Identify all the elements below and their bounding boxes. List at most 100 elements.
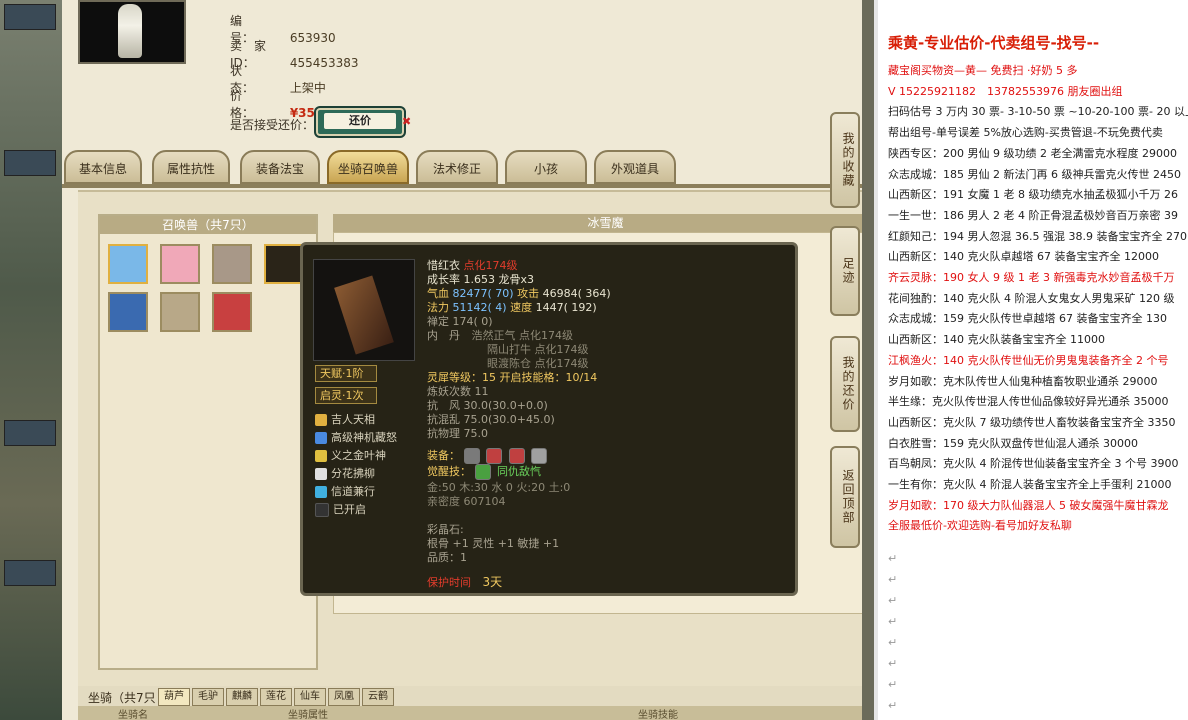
note-line: 齐云灵脉：190 女人 9 级 1 老 3 新强毒克水妙音孟极千万: [888, 271, 1175, 284]
close-icon[interactable]: ✖: [402, 115, 411, 128]
equip-slot-icon[interactable]: [463, 448, 480, 464]
note-line: 众志成城：159 克火队传世卓越塔 67 装备宝宝齐全 130: [888, 312, 1167, 326]
tooltip-equip-row: 装备：: [427, 447, 550, 464]
note-line: 半生缘：克火队传世混人传世仙品像较好异光通杀 35000: [888, 395, 1169, 409]
desktop-left-strip: [0, 0, 62, 720]
skill-item[interactable]: 吉人天相: [315, 411, 375, 427]
mount-tab[interactable]: 葫芦: [158, 688, 190, 706]
skill-item[interactable]: 已开启: [315, 501, 366, 517]
awaken-value: 同仇敌忾: [497, 465, 541, 478]
tab-basic-info[interactable]: 基本信息: [64, 150, 142, 184]
summon-slot[interactable]: [160, 292, 200, 332]
skill-item[interactable]: 分花拂柳: [315, 465, 375, 481]
protect-value: 3天: [482, 575, 503, 589]
summon-slot[interactable]: [108, 292, 148, 332]
paragraph-mark-icon: ↵: [888, 573, 898, 586]
mount-tab[interactable]: 凤凰: [328, 688, 360, 706]
note-line: 红颜知己：194 男人忽混 36.5 强混 38.9 装备宝宝齐全 270: [888, 229, 1187, 243]
tab-child[interactable]: 小孩: [505, 150, 587, 184]
note-line: 花间独酌：140 克火队 4 阶混人女鬼女人男鬼采矿 120 级: [888, 291, 1175, 305]
skill-label: 义之金叶神: [331, 449, 386, 462]
equip-slot-icon[interactable]: [508, 448, 525, 464]
summon-list-title: 召唤兽（共7只）: [100, 216, 316, 234]
summon-slot[interactable]: [160, 244, 200, 284]
paragraph-mark-icon: ↵: [888, 657, 898, 670]
notes-title: 乘黄-专业估价-代卖组号-找号--: [888, 34, 1100, 52]
note-line: 帮出组号-单号误差 5%放心选购-买贵管退-不玩免费代卖: [888, 126, 1163, 140]
note-line: 扫码估号 3 万内 30 票- 3-10-50 票 ~10-20-100 票- …: [888, 105, 1188, 119]
my-counter-offers-button[interactable]: 我的还价: [830, 336, 860, 432]
tab-attributes[interactable]: 属性抗性: [152, 150, 230, 184]
mount-tab[interactable]: 云鹤: [362, 688, 394, 706]
counter-offer-label: 是否接受还价：: [230, 118, 315, 132]
tooltip-awaken-row: 觉醒技： 同仇敌忾: [427, 463, 541, 480]
mount-tab[interactable]: 仙车: [294, 688, 326, 706]
weapon-image: [313, 259, 415, 361]
skill-label: 高级神机藏怒: [331, 431, 397, 444]
mount-section: 坐骑（共7只 葫芦 毛驴 麒麟 莲花 仙车 凤凰 云鹤 坐骑名 坐骑属性 坐骑技…: [78, 686, 862, 720]
summon-slot[interactable]: [212, 244, 252, 284]
protect-label: 保护时间: [427, 576, 471, 589]
counter-offer-row: 是否接受还价：: [230, 116, 314, 133]
note-line: 山西新区：140 克火队装备宝宝齐全 11000: [888, 333, 1105, 347]
tooltip-kang-wu: 抗物理 75.0: [427, 427, 488, 440]
note-line: 全服最低价-欢迎选购-看号加好友私聊: [888, 519, 1072, 533]
desktop-tile: [4, 150, 56, 176]
qiling-tag: 启灵·1次: [315, 387, 377, 404]
character-portrait: [78, 0, 186, 64]
paragraph-mark-icon: ↵: [888, 594, 898, 607]
skill-icon: [315, 486, 327, 498]
awaken-label: 觉醒技：: [427, 465, 471, 478]
notes-divider: [874, 0, 878, 720]
skill-icon: [315, 468, 327, 480]
tab-appearance[interactable]: 外观道具: [594, 150, 676, 184]
skill-item[interactable]: 高级神机藏怒: [315, 429, 397, 445]
note-line: 白衣胜雪：159 克火队双盘传世仙混人通杀 30000: [888, 436, 1138, 450]
equip-slot-icon[interactable]: [486, 448, 502, 464]
footprint-button[interactable]: 足迹: [830, 226, 860, 316]
skill-label: 吉人天相: [331, 413, 375, 426]
mount-col-name: 坐骑名: [118, 710, 148, 720]
note-line: 百鸟朝凤：克火队 4 阶混传世仙装备宝宝齐全 3 个号 3900: [888, 457, 1179, 471]
mount-section-title: 坐骑（共7只: [88, 691, 156, 705]
note-line: 山西新区：克火队 7 级功绩传世人畜牧装备宝宝齐全 3350: [888, 415, 1176, 429]
skill-item[interactable]: 义之金叶神: [315, 447, 386, 463]
summon-slot[interactable]: [264, 244, 304, 284]
skill-label: 已开启: [333, 503, 366, 516]
note-line: V 15225921182 13782553976 朋友圈出组: [888, 84, 1123, 98]
equip-slot-icon[interactable]: [531, 448, 547, 464]
tooltip-protect-row: 保护时间 3天: [427, 573, 502, 590]
mount-tab[interactable]: 莲花: [260, 688, 292, 706]
summon-slot[interactable]: [212, 292, 252, 332]
tab-spell-fix[interactable]: 法术修正: [416, 150, 498, 184]
detail-tabs: 基本信息 属性抗性 装备法宝 坐骑召唤兽 法术修正 小孩 外观道具: [62, 150, 862, 186]
counter-offer-button[interactable]: 还价: [316, 108, 404, 136]
note-line: 山西新区：140 克火队卓越塔 67 装备宝宝齐全 12000: [888, 250, 1159, 264]
mount-tab[interactable]: 毛驴: [192, 688, 224, 706]
note-line: 藏宝阁买物资—黄— 免费扫 ·好奶 5 多: [888, 64, 1078, 77]
tab-divider: [62, 184, 862, 188]
my-favorites-button[interactable]: 我的收藏: [830, 112, 860, 208]
desktop-tile: [4, 560, 56, 586]
note-line: 岁月如歌：克木队传世人仙鬼种植畜牧职业通杀 29000: [888, 374, 1158, 388]
tooltip-intimacy: 亲密度 607104: [427, 495, 506, 508]
note-line: 陕西专区：200 男仙 9 级功绩 2 老全满雷克水程度 29000: [888, 146, 1177, 160]
summon-slot[interactable]: [108, 244, 148, 284]
skill-label: 信道兼行: [331, 485, 375, 498]
paragraph-mark-icon: ↵: [888, 552, 898, 565]
tab-equipment[interactable]: 装备法宝: [240, 150, 320, 184]
note-line: 一生一世：186 男人 2 老 4 阶正骨混孟极妙音百万亲密 39: [888, 208, 1178, 222]
paragraph-mark-icon: ↵: [888, 678, 898, 691]
skill-item[interactable]: 信道兼行: [315, 483, 375, 499]
mount-tab[interactable]: 麒麟: [226, 688, 258, 706]
tab-mount-summon[interactable]: 坐骑召唤兽: [327, 150, 409, 184]
paragraph-mark-icon: ↵: [888, 699, 898, 712]
tooltip-quality: 品质：1: [427, 551, 467, 564]
awaken-icon: [474, 464, 491, 480]
notes-document: 乘黄-专业估价-代卖组号-找号-- 藏宝阁买物资—黄— 免费扫 ·好奶 5 多 V…: [874, 0, 1188, 720]
back-to-top-button[interactable]: 返回顶部: [830, 446, 860, 548]
summon-detail-title: 冰雪魔: [333, 214, 862, 232]
mount-col-attr: 坐骑属性: [288, 710, 328, 720]
listing-header: 编 号： 653930 卖 家 ID： 455453383 状 态： 上架中 价…: [62, 0, 862, 140]
summon-tooltip: 惜红衣 点化174级 成长率 1.653 龙骨x3 气血 82477( 70) …: [300, 242, 798, 596]
